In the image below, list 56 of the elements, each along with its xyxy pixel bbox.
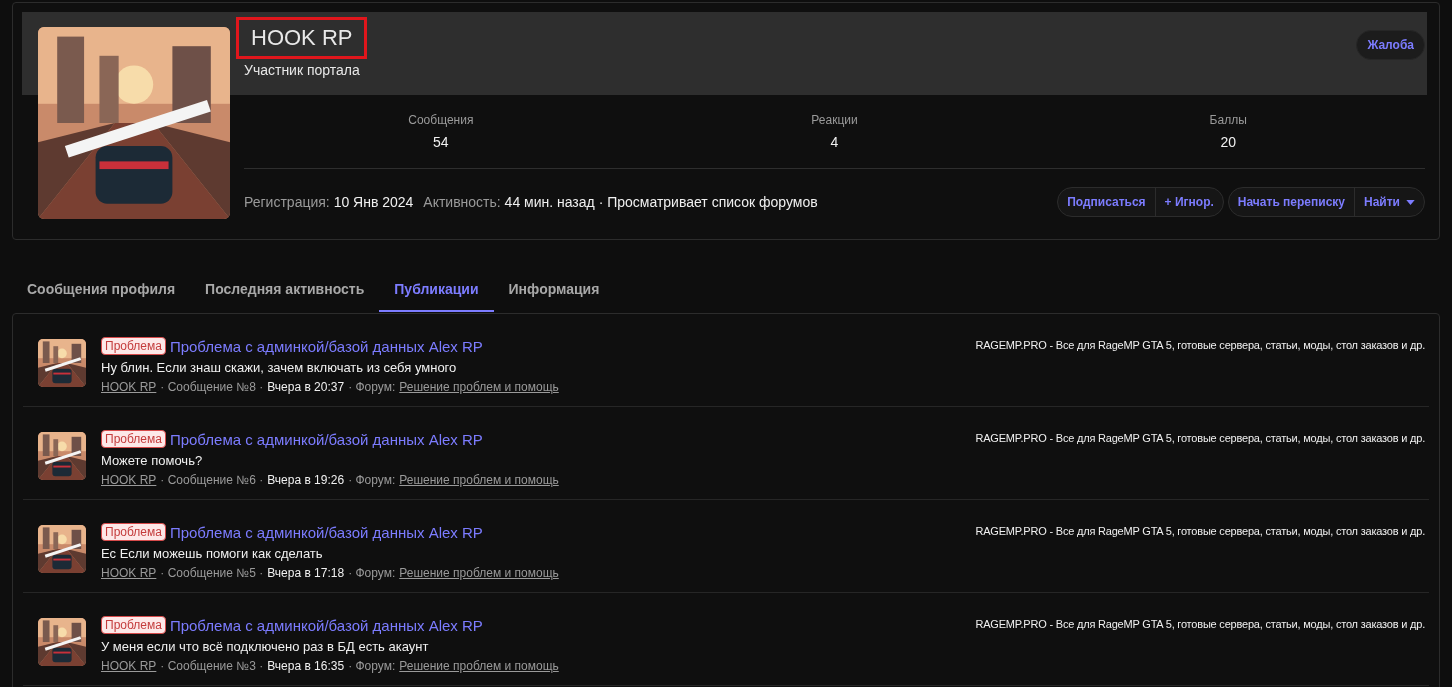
post-number: · Сообщение №3 ·: [160, 659, 264, 673]
thread-link[interactable]: Проблема с админкой/базой данных Alex RP: [169, 337, 483, 355]
tab[interactable]: Сообщения профиля: [12, 268, 191, 312]
thread-link[interactable]: Проблема с админкой/базой данных Alex RP: [169, 523, 483, 541]
activity-status: 44 мин. назад · Просматривает список форумов: [504, 194, 818, 210]
activity-label: Активность:: [423, 194, 501, 210]
report-button[interactable]: Жалоба: [1356, 30, 1425, 60]
author-link[interactable]: HOOK RP: [101, 566, 157, 580]
author-link[interactable]: HOOK RP: [101, 380, 157, 394]
registration-date: 10 Янв 2024: [333, 194, 414, 210]
tab[interactable]: Информация: [493, 268, 615, 312]
post-number: · Сообщение №6 ·: [160, 473, 264, 487]
action-button[interactable]: + Игнор.: [1154, 188, 1223, 216]
forum-link[interactable]: Решение проблем и помощь: [399, 659, 559, 673]
post-number: · Сообщение №8 ·: [160, 380, 264, 394]
stat-label: Баллы: [1209, 113, 1247, 127]
forum-link[interactable]: Решение проблем и помощь: [399, 566, 559, 580]
author-link[interactable]: HOOK RP: [101, 659, 157, 673]
post-snippet: Можете помочь?: [101, 453, 204, 468]
post-snippet: У меня если что всё подключено раз в БД есть акаунт: [101, 639, 430, 654]
prefix-label: Проблема: [101, 523, 166, 541]
stat-label: Сообщения: [408, 113, 474, 127]
stat-value: 54: [433, 134, 449, 150]
post-time: Вчера в 19:26: [267, 473, 345, 487]
post-time: Вчера в 17:18: [267, 566, 345, 580]
post-time: Вчера в 20:37: [267, 380, 345, 394]
thread-link[interactable]: Проблема с админкой/базой данных Alex RP: [169, 430, 483, 448]
site-note: RAGEMP.PRO - Все для RageMP GTA 5, готовые сервера, статьи, моды, стол заказов и др.: [975, 338, 1426, 353]
post-time: Вчера в 16:35: [267, 659, 345, 673]
site-note: RAGEMP.PRO - Все для RageMP GTA 5, готовые сервера, статьи, моды, стол заказов и др.: [975, 431, 1426, 446]
author-link[interactable]: HOOK RP: [101, 473, 157, 487]
prefix-label: Проблема: [101, 616, 166, 634]
post-number: · Сообщение №5 ·: [160, 566, 264, 580]
site-note: RAGEMP.PRO - Все для RageMP GTA 5, готовые сервера, статьи, моды, стол заказов и др.: [975, 617, 1426, 632]
forum-label: · Форум:: [348, 380, 396, 394]
stat-label: Реакции: [811, 113, 858, 127]
stat-value: 4: [830, 134, 839, 150]
username: HOOK RP: [236, 17, 368, 59]
forum-label: · Форум:: [348, 659, 396, 673]
action-button[interactable]: Начать переписку: [1228, 188, 1354, 216]
dropdown-button[interactable]: Найти: [1354, 188, 1424, 216]
forum-label: · Форум:: [348, 566, 396, 580]
site-note: RAGEMP.PRO - Все для RageMP GTA 5, готовые сервера, статьи, моды, стол заказов и др.: [975, 524, 1426, 539]
action-button[interactable]: Подписаться: [1058, 188, 1155, 216]
forum-link[interactable]: Решение проблем и помощь: [399, 380, 559, 394]
forum-label: · Форум:: [348, 473, 396, 487]
forum-link[interactable]: Решение проблем и помощь: [399, 473, 559, 487]
prefix-label: Проблема: [101, 337, 166, 355]
post-snippet: Ес Если можешь помоги как сделать: [101, 546, 324, 561]
stat-value: 20: [1220, 134, 1236, 150]
user-title: Участник портала: [243, 62, 361, 78]
post-snippet: Ну блин. Если знаш скажи, зачем включать из себя умного: [101, 360, 458, 375]
registration-label: Регистрация:: [244, 194, 330, 210]
prefix-label: Проблема: [101, 430, 166, 448]
tab[interactable]: Последняя активность: [190, 268, 380, 312]
thread-link[interactable]: Проблема с админкой/базой данных Alex RP: [169, 616, 483, 634]
